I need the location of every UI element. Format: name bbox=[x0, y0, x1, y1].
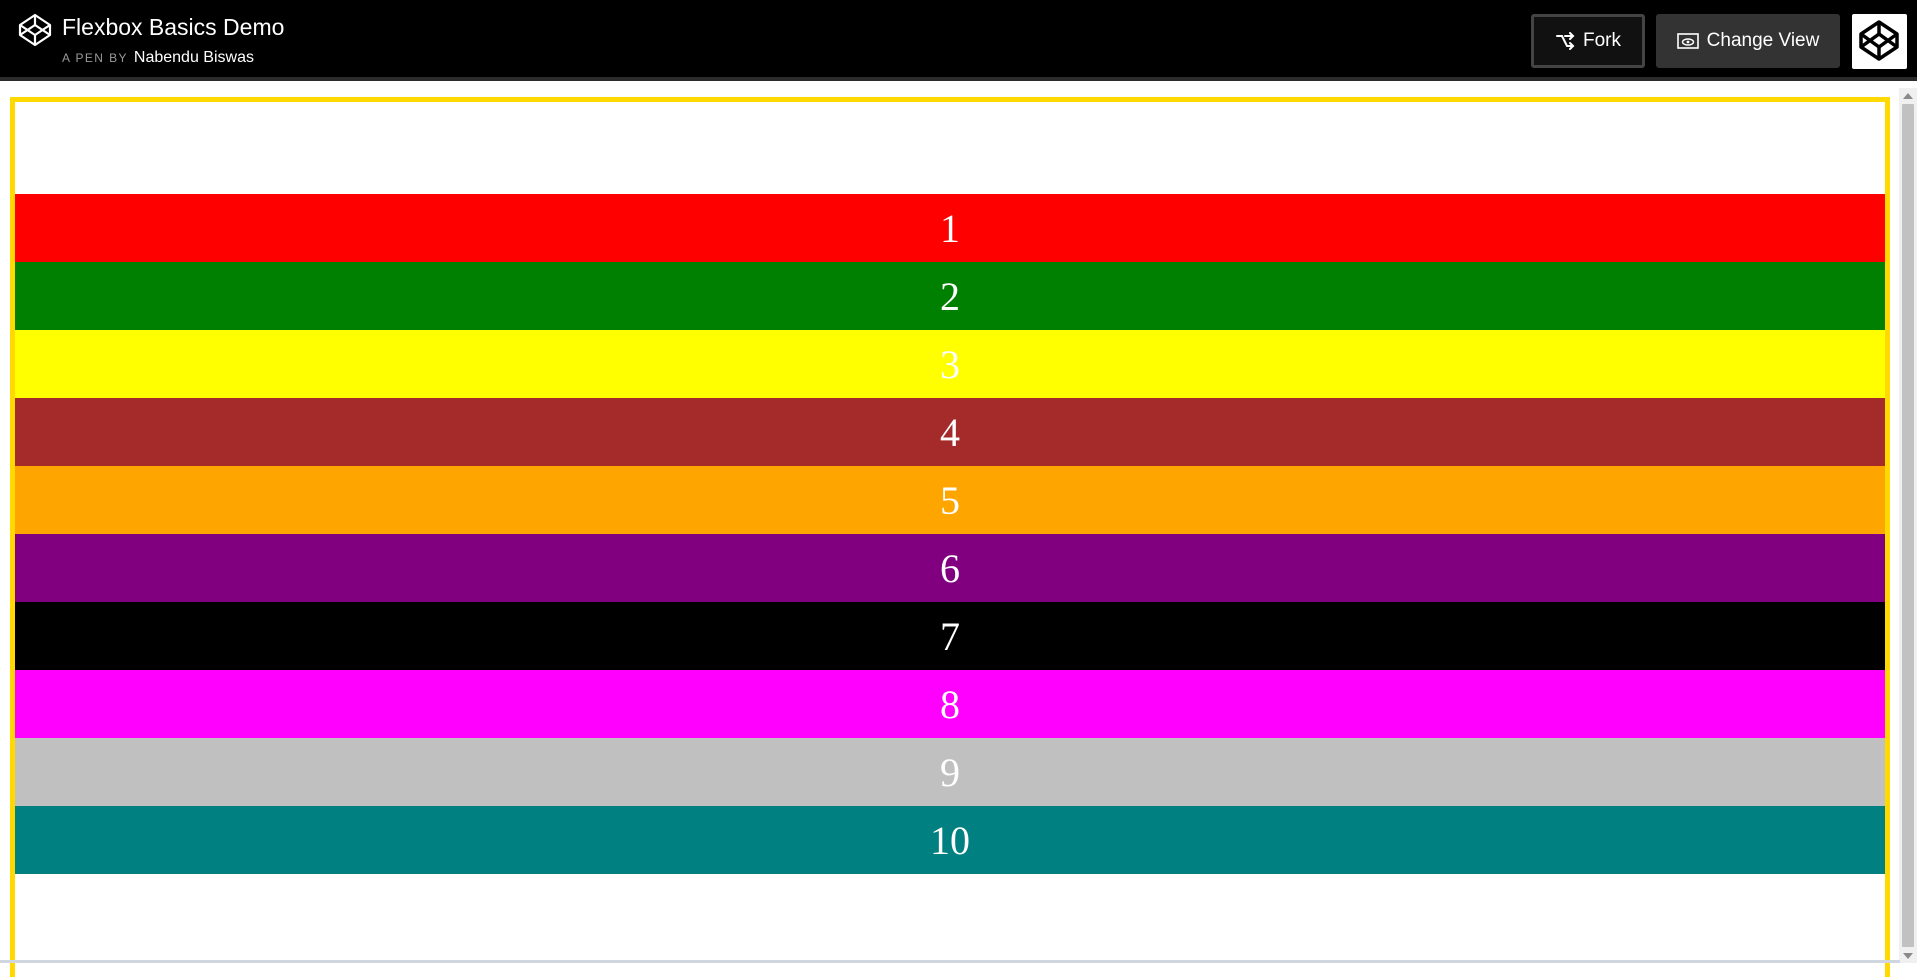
codepen-header: Flexbox Basics Demo A PEN BY Nabendu Bisw… bbox=[0, 0, 1917, 81]
fork-icon bbox=[1556, 32, 1575, 50]
scroll-up-icon[interactable] bbox=[1903, 93, 1913, 99]
user-avatar[interactable] bbox=[1852, 14, 1907, 69]
codepen-logo-icon[interactable] bbox=[17, 12, 53, 48]
vertical-scrollbar[interactable] bbox=[1899, 88, 1917, 963]
change-view-label: Change View bbox=[1706, 30, 1820, 51]
flex-item-4: 4 bbox=[15, 398, 1885, 466]
flex-item-10: 10 bbox=[15, 806, 1885, 874]
change-view-button[interactable]: Change View bbox=[1656, 14, 1840, 68]
flex-item-2: 2 bbox=[15, 262, 1885, 330]
flex-item-6: 6 bbox=[15, 534, 1885, 602]
pen-by-label: A PEN BY bbox=[62, 51, 128, 65]
pen-byline: A PEN BY Nabendu Biswas bbox=[62, 48, 254, 68]
flex-item-8: 8 bbox=[15, 670, 1885, 738]
flex-items: 1 2 3 4 5 6 7 8 9 10 bbox=[15, 194, 1885, 874]
flex-item-5: 5 bbox=[15, 466, 1885, 534]
scroll-down-icon[interactable] bbox=[1903, 953, 1913, 959]
flex-item-7: 7 bbox=[15, 602, 1885, 670]
flex-item-9: 9 bbox=[15, 738, 1885, 806]
fork-button-label: Fork bbox=[1583, 30, 1621, 51]
fork-button[interactable]: Fork bbox=[1531, 14, 1645, 68]
flex-item-3: 3 bbox=[15, 330, 1885, 398]
pen-title[interactable]: Flexbox Basics Demo bbox=[62, 12, 284, 42]
codepen-avatar-icon bbox=[1859, 20, 1899, 61]
author-link[interactable]: Nabendu Biswas bbox=[134, 49, 254, 66]
flex-item-1: 1 bbox=[15, 194, 1885, 262]
flex-container: 1 2 3 4 5 6 7 8 9 10 bbox=[10, 97, 1890, 977]
scroll-thumb[interactable] bbox=[1902, 104, 1914, 947]
view-icon bbox=[1676, 33, 1699, 49]
